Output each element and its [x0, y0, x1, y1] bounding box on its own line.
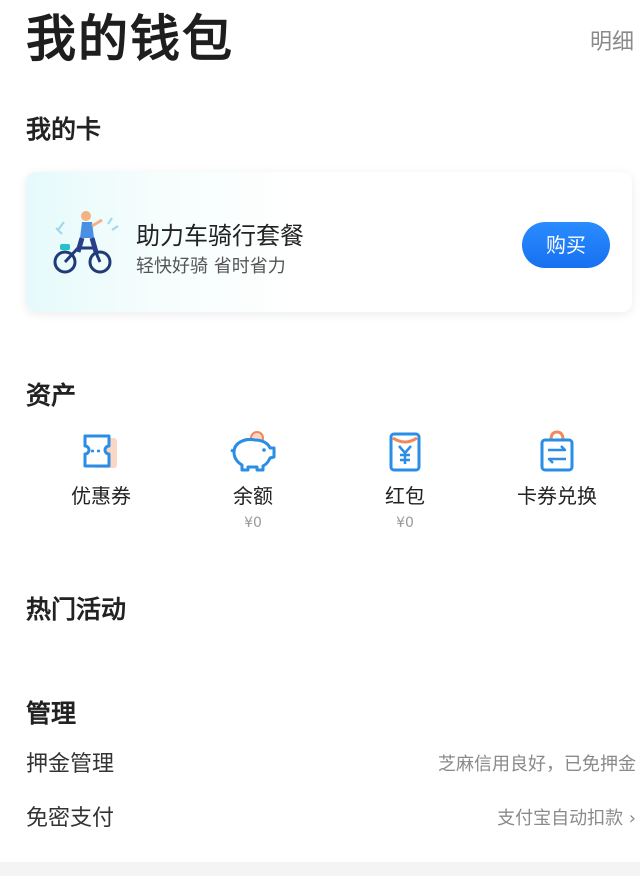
mgmt-label: 免密支付 [26, 806, 115, 831]
asset-red-envelope[interactable]: 红包 ¥0 [330, 430, 480, 531]
asset-value: ¥0 [396, 515, 414, 531]
deposit-management-row[interactable]: 押金管理 芝麻信用良好，已免押金 [26, 746, 636, 786]
hot-activities-section-title: 热门活动 [26, 595, 127, 624]
exchange-bag-icon [540, 430, 574, 472]
red-envelope-icon [389, 432, 421, 472]
page-title: 我的钱包 [26, 10, 234, 68]
mgmt-value: 芝麻信用良好，已免押金 [438, 754, 636, 775]
ticket-icon [83, 434, 117, 468]
my-cards-section-title: 我的卡 [26, 115, 102, 144]
asset-coupon[interactable]: 优惠券 [26, 430, 176, 515]
asset-card-exchange[interactable]: 卡券兑换 [482, 430, 632, 515]
management-section-title: 管理 [26, 699, 77, 728]
asset-balance[interactable]: 余额 ¥0 [178, 430, 328, 531]
mgmt-value: 支付宝自动扣款 › [497, 808, 636, 829]
bottom-divider [0, 862, 640, 876]
asset-label: 卡券兑换 [517, 484, 597, 508]
asset-value: ¥0 [244, 515, 262, 531]
asset-label: 优惠券 [71, 484, 131, 508]
cycling-package-card[interactable]: 助力车骑行套餐 轻快好骑 省时省力 购买 [26, 172, 632, 312]
card-subtitle: 轻快好骑 省时省力 [136, 256, 286, 277]
cyclist-illustration-icon [53, 211, 119, 274]
assets-section-title: 资产 [26, 381, 77, 410]
detail-link[interactable]: 明细 [590, 24, 634, 56]
asset-label: 余额 [233, 484, 273, 508]
buy-button[interactable]: 购买 [522, 222, 610, 268]
mgmt-label: 押金管理 [26, 752, 115, 777]
piggy-bank-icon [230, 431, 276, 472]
asset-label: 红包 [385, 484, 425, 508]
password-free-payment-row[interactable]: 免密支付 支付宝自动扣款 › [26, 800, 636, 840]
card-title: 助力车骑行套餐 [136, 222, 304, 250]
